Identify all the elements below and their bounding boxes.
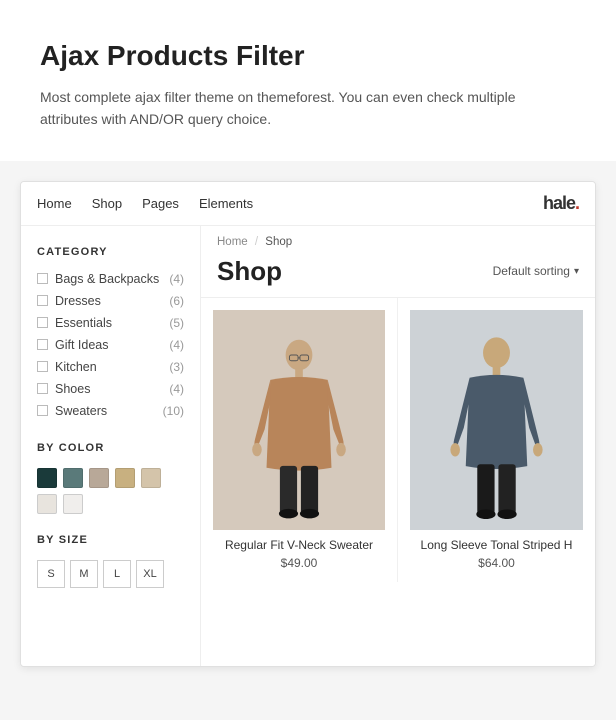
color-swatch-beige[interactable] <box>141 468 161 488</box>
nav-elements[interactable]: Elements <box>199 196 253 211</box>
category-count: (10) <box>163 404 184 418</box>
size-label: BY SIZE <box>37 534 184 546</box>
color-swatch-teal[interactable] <box>63 468 83 488</box>
sidebar: CATEGORY Bags & Backpacks (4) Dresses <box>21 226 201 666</box>
category-checkbox-dresses[interactable] <box>37 295 48 306</box>
list-item: Dresses (6) <box>37 294 184 308</box>
product-name: Regular Fit V-Neck Sweater <box>213 538 385 552</box>
breadcrumb-home[interactable]: Home <box>217 236 248 248</box>
color-filter: BY COLOR <box>37 442 184 514</box>
list-item: Shoes (4) <box>37 382 184 396</box>
size-m[interactable]: M <box>70 560 98 588</box>
nav-bar: Home Shop Pages Elements hale. <box>21 182 595 226</box>
shop-header: Shop Default sorting ▾ <box>201 252 595 298</box>
sort-dropdown[interactable]: Default sorting ▾ <box>493 264 579 278</box>
product-image-1 <box>213 310 385 530</box>
category-count: (6) <box>169 294 184 308</box>
chevron-down-icon: ▾ <box>574 266 579 277</box>
list-item: Sweaters (10) <box>37 404 184 418</box>
size-filter: BY SIZE S M L XL <box>37 534 184 588</box>
shop-area: Home / Shop Shop Default sorting ▾ <box>201 226 595 666</box>
product-image-2 <box>410 310 583 530</box>
main-content: CATEGORY Bags & Backpacks (4) Dresses <box>21 226 595 666</box>
hero-title: Ajax Products Filter <box>40 40 576 72</box>
list-item: Bags & Backpacks (4) <box>37 272 184 286</box>
category-name: Kitchen <box>55 360 97 374</box>
color-swatch-light-gray[interactable] <box>37 494 57 514</box>
category-name: Bags & Backpacks <box>55 272 159 286</box>
product-price: $64.00 <box>410 556 583 570</box>
color-label: BY COLOR <box>37 442 184 454</box>
nav-shop[interactable]: Shop <box>92 196 122 211</box>
category-name: Shoes <box>55 382 90 396</box>
product-figure-svg-2 <box>410 310 583 530</box>
category-list: Bags & Backpacks (4) Dresses (6) <box>37 272 184 418</box>
size-l[interactable]: L <box>103 560 131 588</box>
category-checkbox-sweaters[interactable] <box>37 405 48 416</box>
hero-section: Ajax Products Filter Most complete ajax … <box>0 0 616 161</box>
category-name: Essentials <box>55 316 112 330</box>
category-count: (3) <box>169 360 184 374</box>
nav-links: Home Shop Pages Elements <box>37 196 253 211</box>
list-item: Essentials (5) <box>37 316 184 330</box>
nav-home[interactable]: Home <box>37 196 72 211</box>
color-swatch-near-white[interactable] <box>63 494 83 514</box>
category-count: (4) <box>169 382 184 396</box>
breadcrumb: Home / Shop <box>201 226 595 252</box>
shop-title: Shop <box>217 256 282 287</box>
category-name: Sweaters <box>55 404 107 418</box>
breadcrumb-separator: / <box>255 236 258 248</box>
category-filter: CATEGORY Bags & Backpacks (4) Dresses <box>37 246 184 418</box>
hero-description: Most complete ajax filter theme on theme… <box>40 86 520 131</box>
category-count: (5) <box>169 316 184 330</box>
color-swatch-tan[interactable] <box>115 468 135 488</box>
category-checkbox-shoes[interactable] <box>37 383 48 394</box>
category-checkbox-kitchen[interactable] <box>37 361 48 372</box>
product-card: Regular Fit V-Neck Sweater $49.00 <box>201 298 398 582</box>
list-item: Gift Ideas (4) <box>37 338 184 352</box>
nav-pages[interactable]: Pages <box>142 196 179 211</box>
category-checkbox-gift-ideas[interactable] <box>37 339 48 350</box>
category-label: CATEGORY <box>37 246 184 258</box>
category-name: Dresses <box>55 294 101 308</box>
list-item: Kitchen (3) <box>37 360 184 374</box>
product-price: $49.00 <box>213 556 385 570</box>
color-swatches <box>37 468 184 514</box>
category-count: (4) <box>169 338 184 352</box>
browser-frame: Home Shop Pages Elements hale. CATEGORY … <box>20 181 596 667</box>
size-s[interactable]: S <box>37 560 65 588</box>
category-checkbox-essentials[interactable] <box>37 317 48 328</box>
size-buttons: S M L XL <box>37 560 184 588</box>
site-logo: hale. <box>543 193 579 214</box>
category-count: (4) <box>169 272 184 286</box>
products-grid: Regular Fit V-Neck Sweater $49.00 <box>201 298 595 582</box>
size-xl[interactable]: XL <box>136 560 164 588</box>
category-checkbox-bags[interactable] <box>37 273 48 284</box>
product-card: Long Sleeve Tonal Striped H $64.00 <box>398 298 595 582</box>
color-swatch-dark-teal[interactable] <box>37 468 57 488</box>
color-swatch-taupe[interactable] <box>89 468 109 488</box>
product-figure-svg <box>213 310 385 530</box>
category-name: Gift Ideas <box>55 338 109 352</box>
product-name: Long Sleeve Tonal Striped H <box>410 538 583 552</box>
breadcrumb-current: Shop <box>265 236 292 248</box>
